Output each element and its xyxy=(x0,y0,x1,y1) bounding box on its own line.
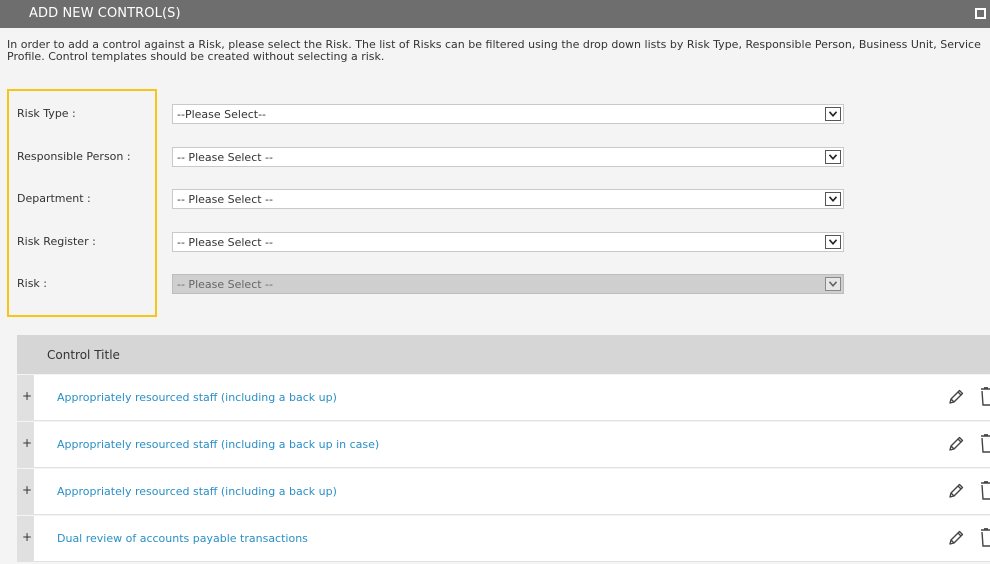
table-row: + Appropriately resourced staff (includi… xyxy=(17,375,990,421)
table-row: + Appropriately resourced staff (includi… xyxy=(17,422,990,468)
chevron-down-icon[interactable] xyxy=(825,235,841,249)
risk-type-label: Risk Type : xyxy=(17,107,76,120)
table-row: + Appropriately resourced staff (includi… xyxy=(17,469,990,515)
department-select[interactable]: -- Please Select -- xyxy=(172,189,844,209)
expand-row-button[interactable]: + xyxy=(17,375,34,420)
risk-register-value: -- Please Select -- xyxy=(177,236,273,249)
dialog-title: ADD NEW CONTROL(S) xyxy=(29,6,181,21)
column-header-control-title[interactable]: Control Title xyxy=(47,348,120,362)
department-value: -- Please Select -- xyxy=(177,193,273,206)
chevron-down-icon[interactable] xyxy=(825,192,841,206)
pencil-icon[interactable] xyxy=(947,482,965,500)
pencil-icon[interactable] xyxy=(947,529,965,547)
controls-grid-header: Control Title xyxy=(17,335,990,374)
expand-row-button[interactable]: + xyxy=(17,422,34,467)
risk-register-select[interactable]: -- Please Select -- xyxy=(172,232,844,252)
control-title-link[interactable]: Dual review of accounts payable transact… xyxy=(57,532,308,545)
responsible-person-label: Responsible Person : xyxy=(17,150,131,163)
pencil-icon[interactable] xyxy=(947,435,965,453)
risk-register-label: Risk Register : xyxy=(17,235,96,248)
control-title-link[interactable]: Appropriately resourced staff (including… xyxy=(57,391,337,404)
plus-icon: + xyxy=(22,530,33,544)
maximize-icon[interactable] xyxy=(975,8,986,19)
dialog-titlebar: ADD NEW CONTROL(S) xyxy=(0,0,990,28)
control-title-link[interactable]: Appropriately resourced staff (including… xyxy=(57,438,379,451)
plus-icon: + xyxy=(22,436,33,450)
expand-row-button[interactable]: + xyxy=(17,469,34,514)
department-label: Department : xyxy=(17,192,91,205)
chevron-down-icon[interactable] xyxy=(825,107,841,121)
chevron-down-icon xyxy=(825,277,841,291)
trash-icon[interactable] xyxy=(979,387,990,407)
instructions-text: In order to add a control against a Risk… xyxy=(7,38,981,63)
trash-icon[interactable] xyxy=(979,528,990,548)
risk-type-value: --Please Select-- xyxy=(177,108,267,121)
trash-icon[interactable] xyxy=(979,481,990,501)
plus-icon: + xyxy=(22,389,33,403)
control-title-link[interactable]: Appropriately resourced staff (including… xyxy=(57,485,337,498)
responsible-person-value: -- Please Select -- xyxy=(177,151,273,164)
pencil-icon[interactable] xyxy=(947,388,965,406)
risk-label: Risk : xyxy=(17,277,48,290)
responsible-person-select[interactable]: -- Please Select -- xyxy=(172,147,844,167)
risk-type-select[interactable]: --Please Select-- xyxy=(172,104,844,124)
table-row: + Dual review of accounts payable transa… xyxy=(17,516,990,562)
chevron-down-icon[interactable] xyxy=(825,150,841,164)
expand-row-button[interactable]: + xyxy=(17,516,34,561)
plus-icon: + xyxy=(22,483,33,497)
trash-icon[interactable] xyxy=(979,434,990,454)
risk-value: -- Please Select -- xyxy=(177,278,273,291)
risk-select: -- Please Select -- xyxy=(172,274,844,294)
